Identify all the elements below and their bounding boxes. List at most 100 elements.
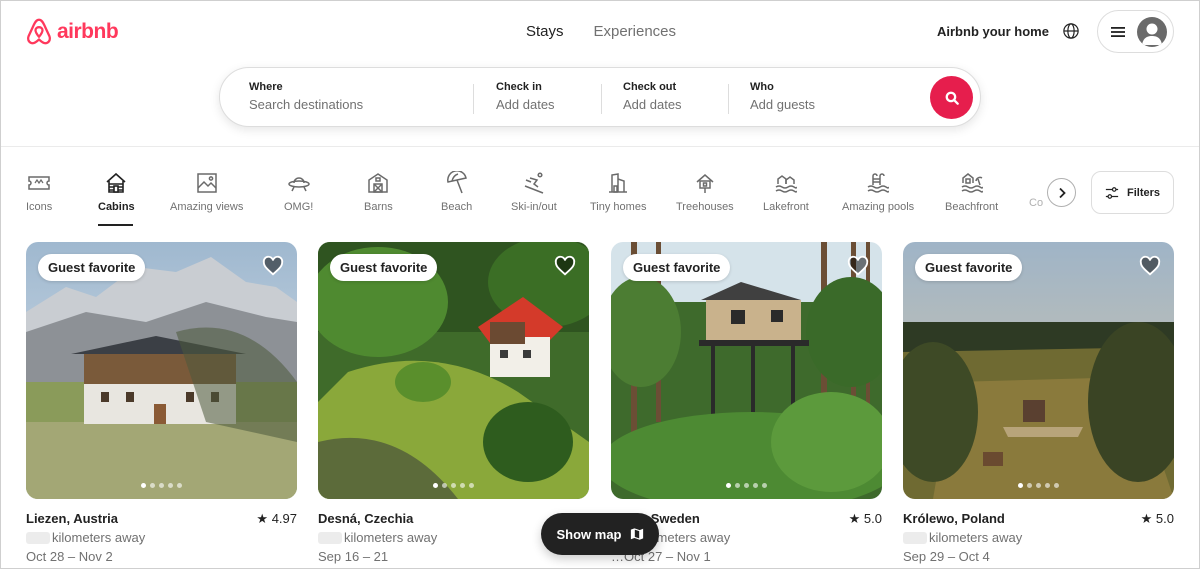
category-label: Icons xyxy=(26,201,53,213)
check-in-label: Check in xyxy=(496,81,542,93)
photo-dot[interactable] xyxy=(433,483,438,488)
tab-experiences[interactable]: Experiences xyxy=(593,21,676,42)
listing-dates: Oct 28 – Nov 2 xyxy=(26,549,113,564)
where-placeholder: Search destinations xyxy=(249,97,364,112)
listing-card[interactable]: Guest favorite …mo, Sweden ★ 5.0 kilomet… xyxy=(611,242,882,564)
airbnb-your-home-link[interactable]: Airbnb your home xyxy=(937,24,1049,39)
category-ski-in-out[interactable]: Ski-in/out xyxy=(511,171,557,213)
photo-dot[interactable] xyxy=(1045,483,1050,488)
photo-dot[interactable] xyxy=(726,483,731,488)
photo-dot[interactable] xyxy=(1018,483,1023,488)
where-label: Where xyxy=(249,81,283,93)
category-label: OMG! xyxy=(284,201,314,213)
check-out-label: Check out xyxy=(623,81,677,93)
filters-label: Filters xyxy=(1126,186,1160,199)
photo-dot[interactable] xyxy=(735,483,740,488)
category-tiny-homes[interactable]: Tiny homes xyxy=(590,171,646,213)
guest-favorite-badge: Guest favorite xyxy=(915,254,1023,281)
pool-icon xyxy=(867,173,890,193)
check-in-field[interactable]: Check in Add dates xyxy=(496,81,555,112)
listing-photo[interactable]: Guest favorite xyxy=(611,242,882,499)
filters-button[interactable]: Filters xyxy=(1091,171,1174,214)
tab-stays[interactable]: Stays xyxy=(526,21,564,42)
category-label: Amazing views xyxy=(170,201,244,213)
listing-location: Liezen, Austria xyxy=(26,511,118,526)
photo-dot[interactable] xyxy=(1036,483,1041,488)
guest-favorite-badge: Guest favorite xyxy=(623,254,731,281)
category-next-button[interactable] xyxy=(1047,178,1076,207)
heart-icon[interactable] xyxy=(262,255,284,277)
category-amazing-views[interactable]: Amazing views xyxy=(170,171,243,213)
show-map-button[interactable]: Show map xyxy=(541,513,659,555)
photo-dot[interactable] xyxy=(1027,483,1032,488)
category-label: Beachfront xyxy=(945,201,999,213)
category-barns[interactable]: Barns xyxy=(364,171,393,213)
lakefront-icon xyxy=(775,175,797,193)
photo-dot[interactable] xyxy=(159,483,164,488)
check-out-placeholder: Add dates xyxy=(623,97,682,112)
search-button[interactable] xyxy=(930,76,973,119)
header-divider xyxy=(1,146,1199,147)
category-lakefront[interactable]: Lakefront xyxy=(763,171,809,213)
search-icon xyxy=(945,91,959,105)
category-label: Ski-in/out xyxy=(511,201,557,213)
listing-card[interactable]: Guest favorite Królewo, Poland ★ 5.0 kil… xyxy=(903,242,1174,564)
photo-dot[interactable] xyxy=(762,483,767,488)
category-amazing-pools[interactable]: Amazing pools xyxy=(842,171,914,213)
listing-distance: kilometers away xyxy=(26,530,145,545)
heart-icon[interactable] xyxy=(554,255,576,277)
who-label: Who xyxy=(750,81,774,93)
where-field[interactable]: Where Search destinations xyxy=(249,81,363,112)
heart-icon[interactable] xyxy=(1139,255,1161,277)
show-map-label: Show map xyxy=(556,526,622,542)
photo-dot[interactable] xyxy=(753,483,758,488)
ufo-icon xyxy=(287,177,310,192)
category-icons[interactable]: Icons xyxy=(26,171,52,213)
redacted-number xyxy=(903,531,927,544)
listing-card[interactable]: Guest favorite Desná, Czechia kilometers… xyxy=(318,242,589,564)
umbrella-icon xyxy=(446,171,467,194)
check-in-placeholder: Add dates xyxy=(496,97,555,112)
beachfront-icon xyxy=(961,173,983,193)
listing-photo[interactable]: Guest favorite xyxy=(26,242,297,499)
photo-dot[interactable] xyxy=(469,483,474,488)
hamburger-icon xyxy=(1111,26,1125,37)
listing-location: Desná, Czechia xyxy=(318,511,414,526)
listing-location: Królewo, Poland xyxy=(903,511,1005,526)
photo-dot[interactable] xyxy=(744,483,749,488)
listing-distance-text: kilometers away xyxy=(52,530,146,545)
check-out-field[interactable]: Check out Add dates xyxy=(623,81,682,112)
user-menu-button[interactable] xyxy=(1097,10,1174,53)
who-placeholder: Add guests xyxy=(750,97,816,112)
category-beachfront[interactable]: Beachfront xyxy=(945,171,998,213)
treehouse-icon xyxy=(696,174,714,193)
listing-dates: Sep 29 – Oct 4 xyxy=(903,549,990,564)
listing-rating: ★ 5.0 xyxy=(1140,511,1174,526)
photo-dot[interactable] xyxy=(141,483,146,488)
photo-dot[interactable] xyxy=(177,483,182,488)
search-bar[interactable]: Where Search destinations Check in Add d… xyxy=(219,67,981,127)
category-label: Tiny homes xyxy=(590,201,647,213)
photo-dot[interactable] xyxy=(150,483,155,488)
category-label: Cabins xyxy=(98,201,135,213)
photo-dot[interactable] xyxy=(168,483,173,488)
listing-photo[interactable]: Guest favorite xyxy=(318,242,589,499)
photo-dot[interactable] xyxy=(460,483,465,488)
category-treehouses[interactable]: Treehouses xyxy=(676,171,734,213)
listing-photo[interactable]: Guest favorite xyxy=(903,242,1174,499)
category-beach[interactable]: Beach xyxy=(441,171,472,213)
photo-dot[interactable] xyxy=(442,483,447,488)
photo-dot[interactable] xyxy=(451,483,456,488)
photo-pagination xyxy=(903,483,1174,488)
heart-icon[interactable] xyxy=(847,255,869,277)
cabin-icon xyxy=(106,172,126,193)
category-label: Beach xyxy=(441,201,473,213)
listing-card[interactable]: Guest favorite Liezen, Austria ★ 4.97 ki… xyxy=(26,242,297,564)
globe-icon[interactable] xyxy=(1062,22,1080,40)
airbnb-homepage: airbnb Stays Experiences Airbnb your hom… xyxy=(0,0,1200,569)
redacted-number xyxy=(318,531,342,544)
who-field[interactable]: Who Add guests xyxy=(750,81,815,112)
photo-dot[interactable] xyxy=(1054,483,1059,488)
category-cabins[interactable]: Cabins xyxy=(98,171,135,213)
category-omg[interactable]: OMG! xyxy=(284,171,313,213)
